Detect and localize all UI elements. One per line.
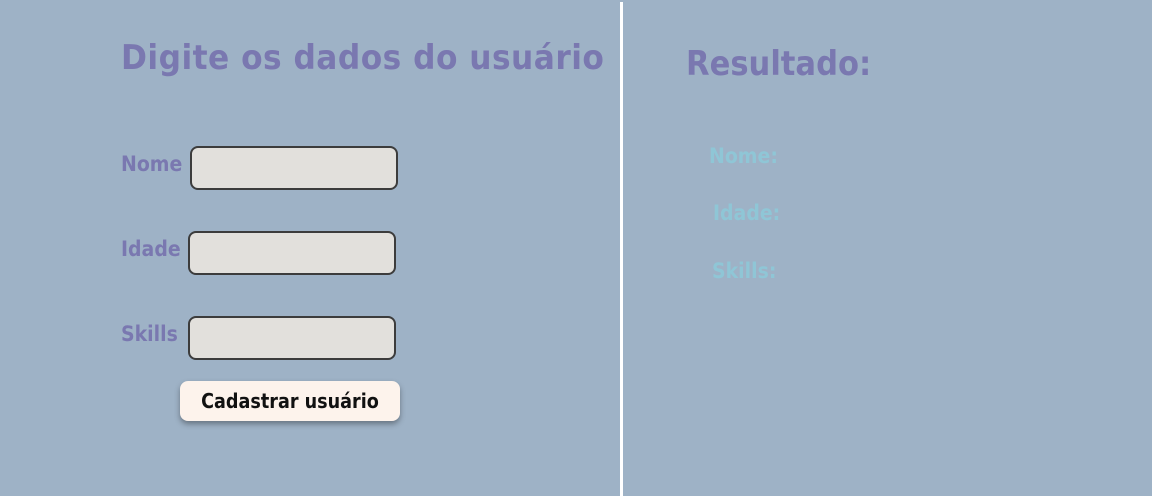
register-user-button-label: Cadastrar usuário: [201, 389, 379, 413]
name-label: Nome: [121, 152, 183, 176]
age-input[interactable]: [188, 231, 396, 275]
result-name-label: Nome:: [709, 144, 778, 168]
result-skills-label: Skills:: [712, 259, 777, 283]
result-panel: Resultado: Nome: Idade: Skills:: [623, 0, 1152, 496]
skills-input[interactable]: [188, 316, 396, 360]
result-title: Resultado:: [686, 44, 872, 84]
form-title: Digite os dados do usuário: [121, 38, 605, 78]
register-user-button[interactable]: Cadastrar usuário: [180, 381, 400, 421]
result-age-label: Idade:: [713, 201, 781, 225]
name-input[interactable]: [190, 146, 398, 190]
age-label: Idade: [121, 237, 181, 261]
skills-label: Skills: [121, 322, 178, 346]
app-window: Digite os dados do usuário Nome Idade Sk…: [0, 0, 1152, 496]
form-panel: Digite os dados do usuário Nome Idade Sk…: [0, 0, 620, 496]
